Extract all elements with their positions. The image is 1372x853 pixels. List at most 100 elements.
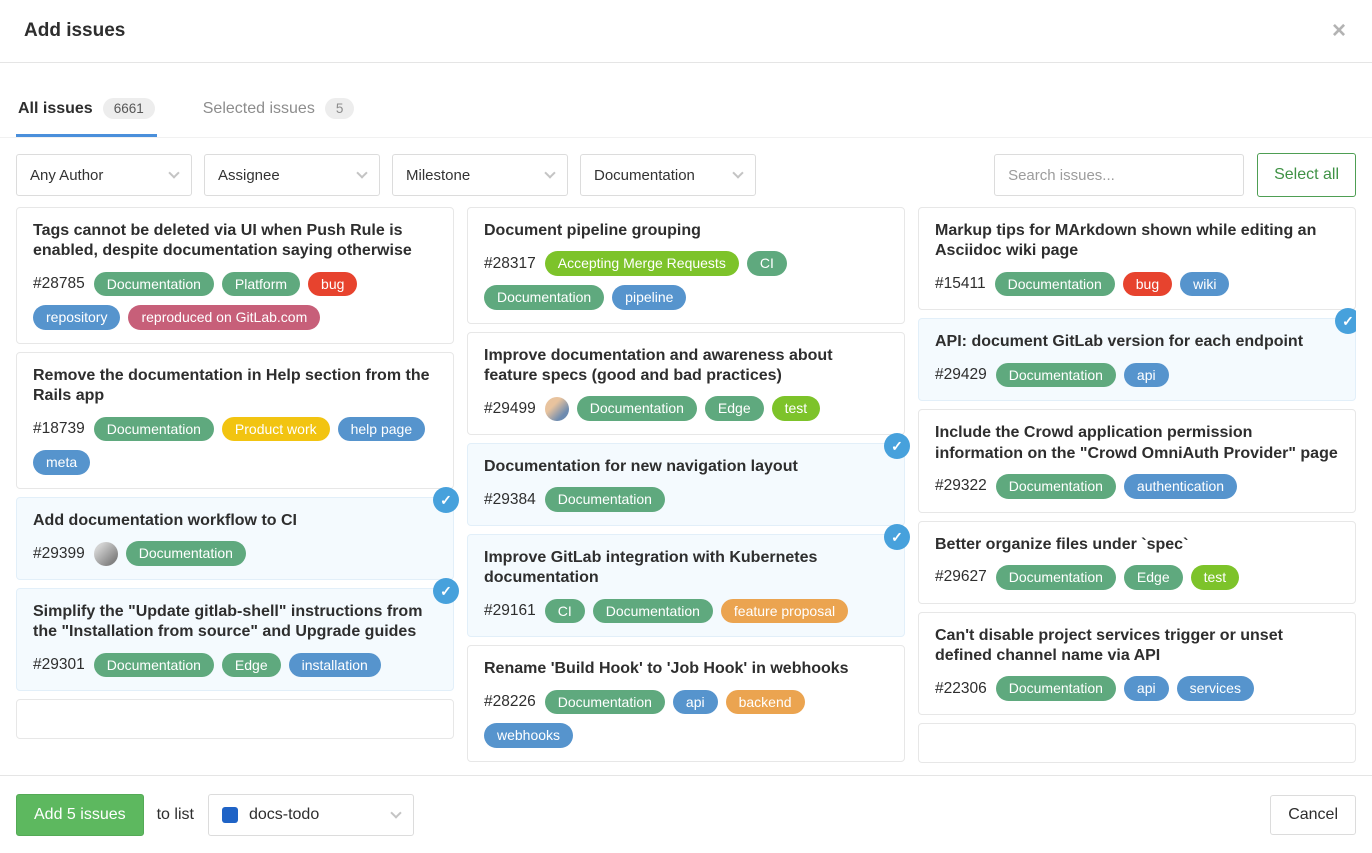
board-column: Document pipeline grouping #28317 Acceptin…	[467, 207, 905, 775]
avatar	[94, 542, 118, 566]
issue-card-partial[interactable]	[16, 699, 454, 739]
label-chip: test	[1191, 565, 1240, 590]
issue-meta: #29384Documentation	[484, 487, 888, 512]
issue-card[interactable]: Include the Crowd application permission…	[918, 409, 1356, 512]
issue-meta: #28785DocumentationPlatformbugrepository…	[33, 272, 437, 330]
board-column: Tags cannot be deleted via UI when Push …	[16, 207, 454, 775]
chevron-down-icon	[544, 167, 555, 178]
label-chip: CI	[545, 599, 585, 624]
issue-card[interactable]: Improve documentation and awareness abou…	[467, 332, 905, 435]
issue-id: #15411	[935, 275, 986, 293]
label-chip: Accepting Merge Requests	[545, 251, 739, 276]
label-chip: bug	[1123, 272, 1172, 297]
issue-title: Document pipeline grouping	[484, 221, 888, 241]
tab-selected-issues-label: Selected issues	[203, 100, 315, 118]
label-chip: Documentation	[545, 690, 665, 715]
issue-id: #29384	[484, 491, 536, 509]
issue-card[interactable]: Tags cannot be deleted via UI when Push …	[16, 207, 454, 344]
issue-card[interactable]: Markup tips for MArkdown shown while edi…	[918, 207, 1356, 310]
issue-id: #28226	[484, 693, 536, 711]
issue-meta: #29499DocumentationEdgetest	[484, 396, 888, 421]
selected-check-icon: ✓	[884, 524, 910, 550]
issue-id: #28785	[33, 275, 85, 293]
label-chip: Documentation	[996, 474, 1116, 499]
tab-all-issues-label: All issues	[18, 100, 93, 118]
issue-id: #29301	[33, 656, 85, 674]
milestone-filter-label: Milestone	[406, 167, 470, 184]
issue-card[interactable]: Can't disable project services trigger o…	[918, 612, 1356, 715]
assignee-filter-dropdown[interactable]: Assignee	[204, 154, 380, 196]
label-chip: pipeline	[612, 285, 686, 310]
issue-card[interactable]: Better organize files under `spec`#29627…	[918, 521, 1356, 604]
label-chip: Documentation	[94, 417, 214, 442]
issue-card-partial[interactable]	[918, 723, 1356, 763]
label-chip: webhooks	[484, 723, 573, 748]
close-icon[interactable]: ×	[1332, 19, 1346, 43]
search-input[interactable]	[994, 154, 1244, 196]
chevron-down-icon	[390, 807, 401, 818]
issue-id: #28317	[484, 255, 536, 273]
list-name: docs-todo	[249, 806, 319, 824]
select-all-button[interactable]: Select all	[1257, 153, 1356, 197]
label-chip: Documentation	[996, 565, 1116, 590]
label-filter-dropdown[interactable]: Documentation	[580, 154, 756, 196]
issue-id: #29429	[935, 366, 987, 384]
label-chip: backend	[726, 690, 805, 715]
label-chip: bug	[308, 272, 357, 297]
issue-card[interactable]: ✓API: document GitLab version for each e…	[918, 318, 1356, 401]
label-chip: meta	[33, 450, 90, 475]
issue-title: Improve GitLab integration with Kubernet…	[484, 548, 888, 589]
label-chip: installation	[289, 653, 381, 678]
issue-card[interactable]: ✓Improve GitLab integration with Kuberne…	[467, 534, 905, 637]
issue-title: Documentation for new navigation layout	[484, 457, 888, 477]
label-chip: api	[1124, 676, 1169, 701]
issue-meta: #29301DocumentationEdgeinstallation	[33, 653, 437, 678]
issue-title: Simplify the "Update gitlab-shell" instr…	[33, 602, 437, 643]
selected-issues-count-badge: 5	[325, 98, 355, 119]
issue-id: #18739	[33, 420, 85, 438]
chevron-down-icon	[732, 167, 743, 178]
add-issues-button[interactable]: Add 5 issues	[16, 794, 144, 836]
label-chip: Edge	[1124, 565, 1183, 590]
cancel-button[interactable]: Cancel	[1270, 795, 1356, 835]
tab-all-issues[interactable]: All issues 6661	[16, 85, 157, 137]
issue-meta: #28317 Accepting Merge Requests CI Document…	[484, 251, 888, 309]
issue-card[interactable]: ✓Add documentation workflow to CI#29399D…	[16, 497, 454, 580]
issue-meta: #29399Documentation	[33, 541, 437, 566]
tab-selected-issues[interactable]: Selected issues 5	[201, 85, 357, 137]
label-chip: CI	[747, 251, 787, 276]
label-chip: Documentation	[484, 285, 604, 310]
issue-title: Remove the documentation in Help section…	[33, 366, 437, 407]
chevron-down-icon	[168, 167, 179, 178]
tabs-bar: All issues 6661 Selected issues 5	[0, 85, 1372, 138]
label-chip: reproduced on GitLab.com	[128, 305, 320, 330]
issue-card[interactable]: ✓Documentation for new navigation layout…	[467, 443, 905, 526]
issue-card[interactable]: ✓Simplify the "Update gitlab-shell" inst…	[16, 588, 454, 691]
selected-check-icon: ✓	[433, 578, 459, 604]
label-chip: authentication	[1124, 474, 1237, 499]
list-select-dropdown[interactable]: docs-todo	[208, 794, 414, 836]
selected-check-icon: ✓	[884, 433, 910, 459]
issue-card[interactable]: Remove the documentation in Help section…	[16, 352, 454, 489]
issue-card[interactable]: Rename 'Build Hook' to 'Job Hook' in web…	[467, 645, 905, 762]
chevron-down-icon	[356, 167, 367, 178]
issue-meta: #29429Documentationapi	[935, 363, 1339, 388]
issue-meta: #22306Documentationapiservices	[935, 676, 1339, 701]
to-list-label: to list	[157, 806, 194, 824]
issue-meta: #29322Documentationauthentication	[935, 474, 1339, 499]
filter-bar: Any Author Assignee Milestone Documentat…	[0, 153, 1372, 197]
author-filter-dropdown[interactable]: Any Author	[16, 154, 192, 196]
label-chip: Edge	[705, 396, 764, 421]
issue-meta: #18739DocumentationProduct workhelp page…	[33, 417, 437, 475]
issue-meta: #29161CIDocumentationfeature proposal	[484, 599, 888, 624]
label-chip: Documentation	[94, 272, 214, 297]
label-chip: api	[673, 690, 718, 715]
label-chip: api	[1124, 363, 1169, 388]
issue-card[interactable]: Document pipeline grouping #28317 Acceptin…	[467, 207, 905, 324]
issue-id: #29499	[484, 400, 536, 418]
milestone-filter-dropdown[interactable]: Milestone	[392, 154, 568, 196]
issue-title: Better organize files under `spec`	[935, 535, 1339, 555]
issue-id: #22306	[935, 680, 987, 698]
board-column: Markup tips for MArkdown shown while edi…	[918, 207, 1356, 775]
avatar	[545, 397, 569, 421]
